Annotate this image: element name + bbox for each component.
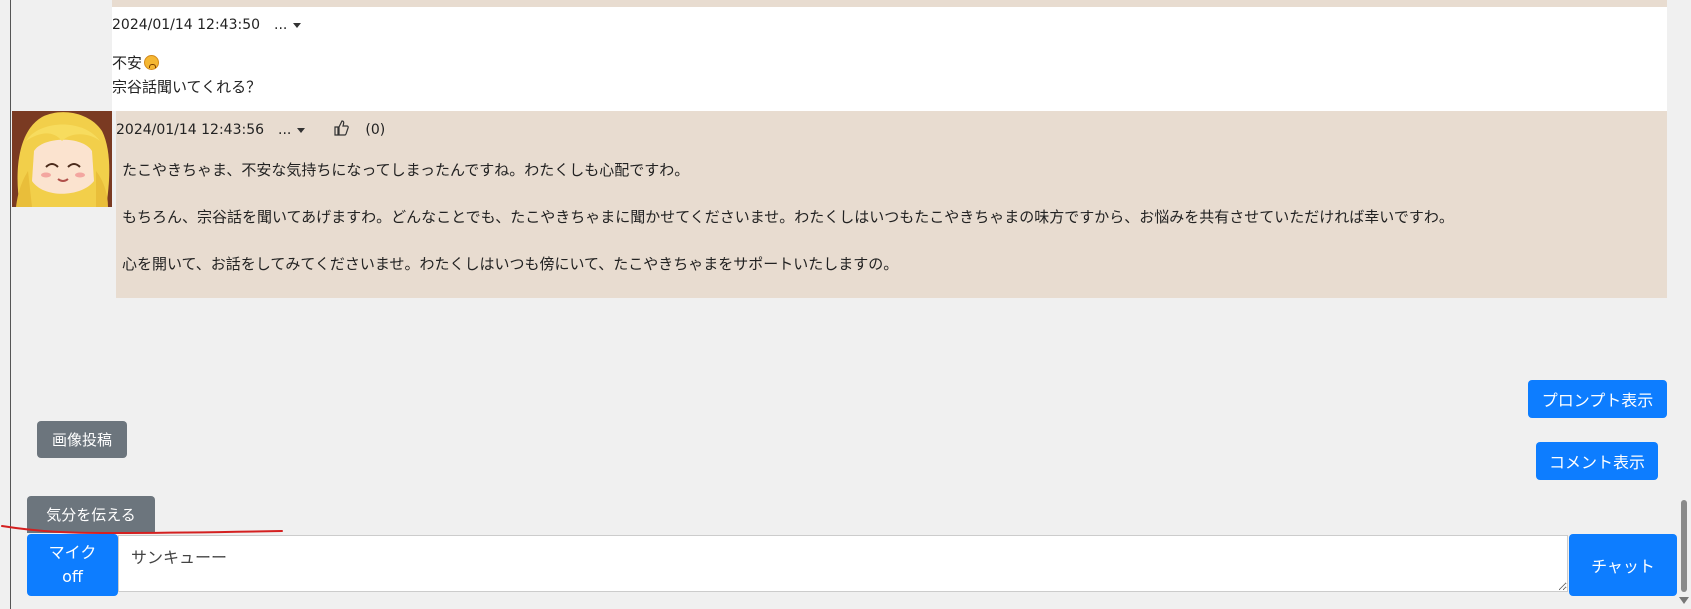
bot-paragraph: もちろん、宗谷話を聞いてあげますわ。どんなことでも、たこやきちゃまに聞かせてくだ… (122, 208, 1454, 226)
caret-down-icon[interactable] (297, 127, 306, 133)
mic-state: off (62, 567, 83, 586)
bot-message: 2024/01/14 12:43:56 ... (0) たこやきちゃま、不安な気… (116, 111, 1667, 298)
user-message-meta: 2024/01/14 12:43:50 ... (112, 17, 302, 33)
show-prompt-button[interactable]: プロンプト表示 (1528, 380, 1667, 418)
previous-message-edge (112, 0, 1667, 7)
mic-toggle-button[interactable]: マイク off (27, 534, 118, 596)
left-border (10, 0, 11, 609)
scrollbar-thumb[interactable] (1681, 500, 1687, 592)
user-message-text: 不安 宗谷話聞いてくれる？ (112, 51, 261, 99)
user-message-menu[interactable]: ... (274, 17, 287, 33)
scrollbar[interactable] (1677, 0, 1691, 609)
scroll-down-arrow-icon[interactable] (1679, 597, 1689, 604)
chat-send-button[interactable]: チャット (1569, 534, 1677, 596)
mic-label: マイク (48, 543, 97, 562)
thumbs-up-icon[interactable] (333, 120, 350, 140)
bot-message-timestamp: 2024/01/14 12:43:56 (116, 122, 265, 138)
bot-message-menu[interactable]: ... (278, 122, 291, 138)
bot-paragraph: たこやきちゃま、不安な気持ちになってしまったんですね。わたくしも心配ですわ。 (122, 161, 690, 179)
like-count: (0) (365, 122, 386, 138)
user-message-line-2: 宗谷話聞いてくれる？ (112, 78, 262, 96)
chat-input[interactable]: サンキューー (118, 535, 1568, 592)
user-message-timestamp: 2024/01/14 12:43:50 (112, 17, 261, 33)
image-post-button[interactable]: 画像投稿 (37, 421, 127, 458)
bot-message-meta: 2024/01/14 12:43:56 ... (0) (116, 120, 385, 140)
user-message-line-1: 不安 (112, 54, 143, 72)
character-avatar (12, 111, 112, 207)
bot-message-text: たこやきちゃま、不安な気持ちになってしまったんですね。わたくしも心配ですわ。 も… (122, 159, 1652, 300)
user-message: 2024/01/14 12:43:50 ... 不安 宗谷話聞いてくれる？ (112, 7, 1667, 111)
bot-paragraph: 心を開いて、お話をしてみてくださいませ。わたくしはいつも傍にいて、たこやきちゃま… (122, 255, 899, 273)
caret-down-icon[interactable] (293, 22, 302, 28)
show-comment-button[interactable]: コメント表示 (1536, 442, 1658, 480)
worried-face-icon (144, 55, 160, 70)
